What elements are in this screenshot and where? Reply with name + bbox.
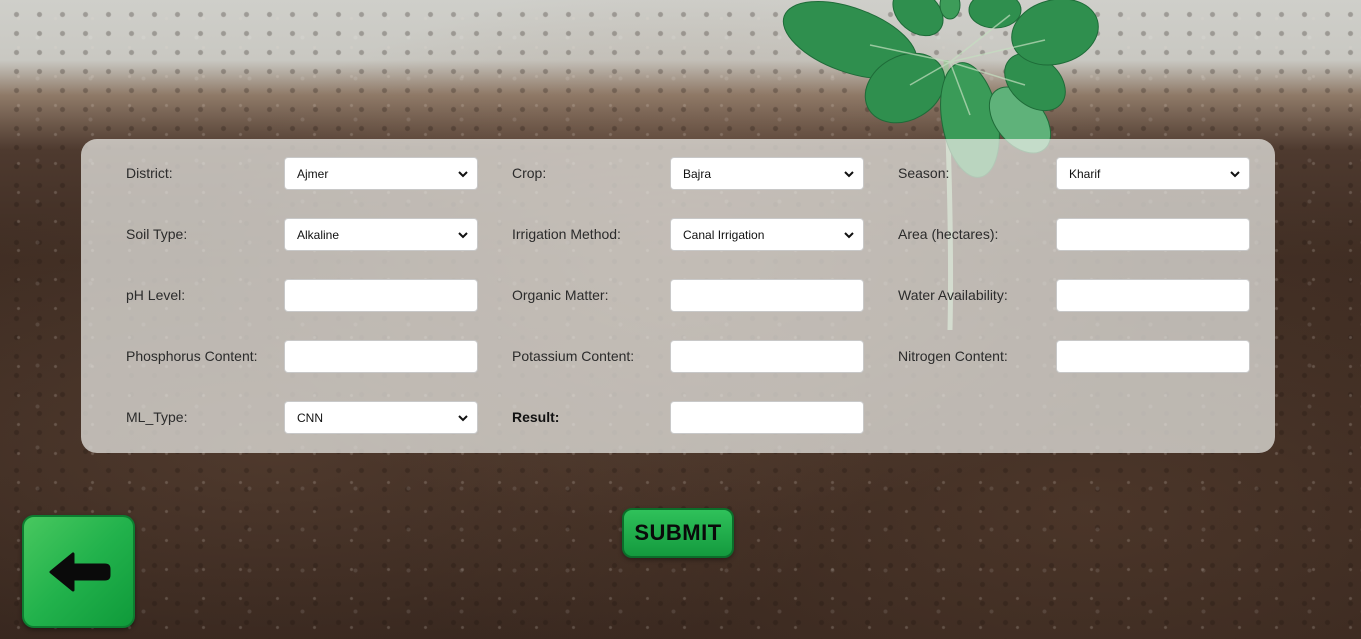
chevron-down-icon [458,415,468,422]
season-value: Kharif [1069,166,1101,181]
area-label: Area (hectares): [898,226,999,242]
crop-value: Bajra [683,166,712,181]
season-select[interactable]: Kharif [1056,157,1250,190]
crop-input-form: District: Ajmer Crop: Bajra Season: Khar… [81,139,1275,453]
area-input[interactable] [1056,218,1250,251]
potassium-input[interactable] [670,340,864,373]
water-availability-label: Water Availability: [898,287,1008,303]
soil-type-label: Soil Type: [126,226,188,242]
crop-label: Crop: [512,165,547,181]
season-label: Season: [898,165,950,181]
page-background: District: Ajmer Crop: Bajra Season: Khar… [0,0,1361,639]
chevron-down-icon [1230,171,1240,178]
arrow-left-icon [49,552,110,591]
organic-matter-input[interactable] [670,279,864,312]
district-value: Ajmer [297,166,329,181]
back-button[interactable] [22,515,135,628]
ph-level-input[interactable] [284,279,478,312]
result-output[interactable] [670,401,864,434]
district-label: District: [126,165,173,181]
nitrogen-label: Nitrogen Content: [898,348,1008,364]
soil-type-select[interactable]: Alkaline [284,218,478,251]
ph-level-label: pH Level: [126,287,186,303]
nitrogen-input[interactable] [1056,340,1250,373]
ml-type-select[interactable]: CNN [284,401,478,434]
potassium-label: Potassium Content: [512,348,635,364]
ml-type-label: ML_Type: [126,409,188,425]
irrigation-method-value: Canal Irrigation [683,227,765,242]
organic-matter-label: Organic Matter: [512,287,609,303]
phosphorus-input[interactable] [284,340,478,373]
ml-type-value: CNN [297,410,323,425]
chevron-down-icon [458,232,468,239]
chevron-down-icon [458,171,468,178]
irrigation-method-label: Irrigation Method: [512,226,621,242]
district-select[interactable]: Ajmer [284,157,478,190]
water-availability-input[interactable] [1056,279,1250,312]
soil-type-value: Alkaline [297,227,340,242]
result-label: Result: [512,409,560,425]
irrigation-method-select[interactable]: Canal Irrigation [670,218,864,251]
chevron-down-icon [844,171,854,178]
crop-select[interactable]: Bajra [670,157,864,190]
submit-button[interactable]: SUBMIT [622,508,734,558]
phosphorus-label: Phosphorus Content: [126,348,258,364]
chevron-down-icon [844,232,854,239]
